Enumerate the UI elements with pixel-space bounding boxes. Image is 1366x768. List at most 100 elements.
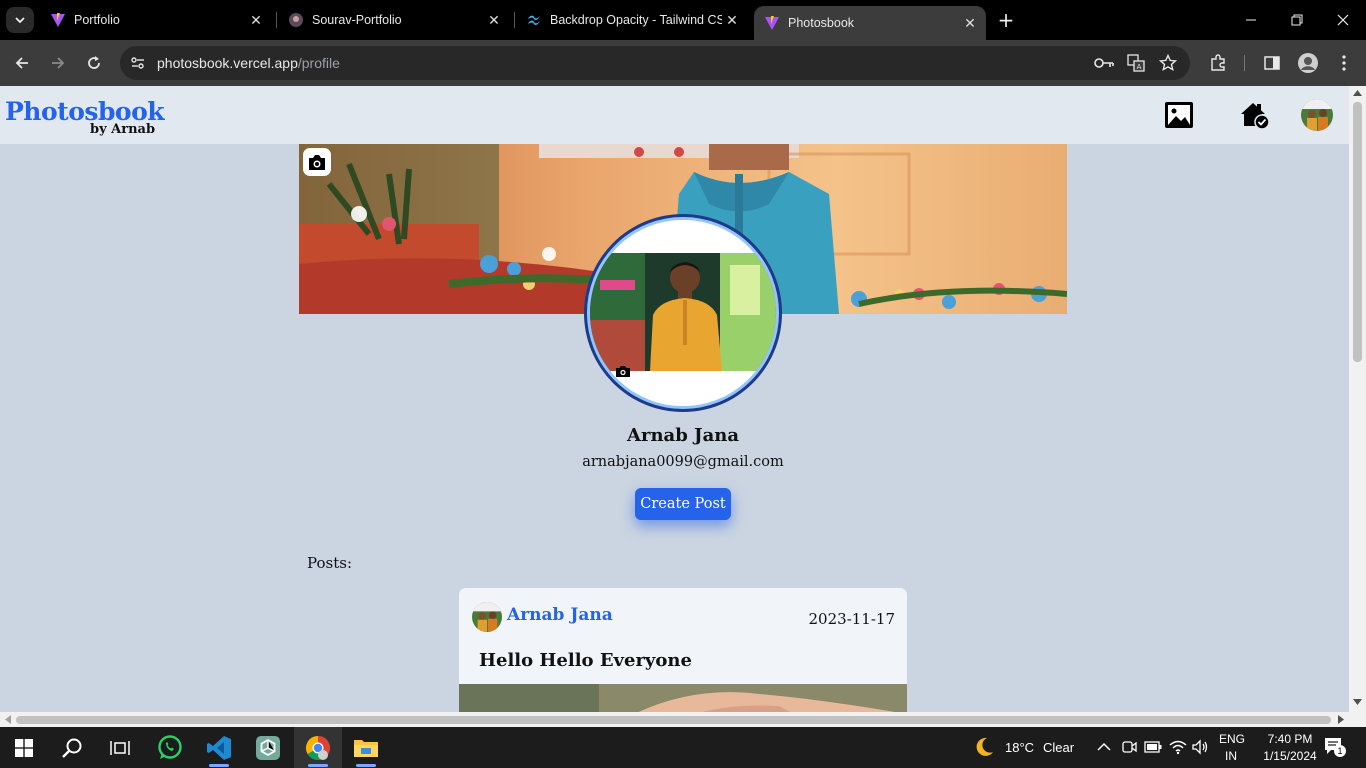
running-indicator [209, 764, 229, 767]
side-panel-icon[interactable] [1261, 52, 1283, 74]
language-code[interactable]: ENG [1219, 732, 1245, 746]
horizontal-scrollbar[interactable] [0, 712, 1349, 727]
folder-icon [354, 739, 378, 757]
chatgpt-app[interactable] [244, 727, 292, 768]
site-logo-subtitle: by Arnab [90, 122, 156, 137]
posts-heading: Posts: [307, 554, 352, 572]
forward-button[interactable] [46, 51, 70, 75]
header-user-avatar[interactable] [1301, 99, 1333, 131]
new-tab-button[interactable]: + [994, 8, 1018, 32]
url-text: photosbook.vercel.app/profile [157, 55, 340, 71]
vite-favicon-icon [51, 13, 65, 27]
arrow-right-icon [52, 57, 65, 69]
horizontal-scroll-thumb[interactable] [16, 716, 1331, 724]
profile-avatar [584, 214, 782, 412]
scroll-left-icon[interactable] [5, 715, 11, 724]
minimize-button[interactable] [1228, 0, 1274, 40]
volume-icon[interactable] [1191, 739, 1209, 755]
meet-now-icon[interactable] [1121, 739, 1137, 755]
site-header: Photosbook by Arnab [0, 86, 1349, 144]
create-post-button[interactable]: Create Post [635, 488, 731, 520]
vscode-icon [207, 735, 231, 760]
tab-close-icon[interactable]: ✕ [722, 12, 742, 29]
search-icon [62, 738, 82, 758]
scroll-right-icon[interactable] [1338, 715, 1344, 724]
profile-avatar-icon[interactable] [1297, 52, 1319, 74]
avatar-photo-image [472, 602, 502, 632]
chrome-app[interactable] [294, 727, 342, 768]
bookmark-star-icon[interactable] [1157, 52, 1179, 74]
tab-backdrop-opacity[interactable]: Backdrop Opacity - Tailwind CSS ✕ [516, 0, 748, 40]
post-card: Arnab Jana 2023-11-17 Hello Hello Everyo… [459, 588, 907, 712]
weather-condition[interactable]: Clear [1043, 740, 1074, 755]
scroll-down-icon[interactable] [1353, 699, 1362, 705]
clock-date[interactable]: 1/15/2024 [1254, 749, 1326, 763]
whatsapp-icon [158, 734, 182, 759]
language-region[interactable]: IN [1225, 749, 1237, 763]
address-bar[interactable]: photosbook.vercel.app/profile [120, 46, 1190, 80]
tab-close-icon[interactable]: ✕ [960, 15, 980, 32]
close-window-button[interactable] [1320, 0, 1366, 40]
post-author-avatar[interactable] [472, 602, 502, 632]
tab-close-icon[interactable]: ✕ [246, 12, 266, 29]
extensions-icon[interactable] [1207, 52, 1229, 74]
start-button[interactable] [0, 727, 48, 768]
vscode-app[interactable] [195, 727, 243, 768]
tab-close-icon[interactable]: ✕ [484, 12, 504, 29]
tab-portfolio[interactable]: Portfolio ✕ [40, 0, 272, 40]
scrollbar-corner [1349, 712, 1366, 727]
profile-email: arnabjana0099@gmail.com [582, 454, 784, 470]
task-view-button[interactable] [96, 727, 144, 768]
tab-sourav-portfolio[interactable]: Sourav-Portfolio ✕ [278, 0, 510, 40]
home-check-icon[interactable] [1239, 100, 1271, 130]
running-indicator [308, 764, 328, 767]
clock-time[interactable]: 7:40 PM [1260, 732, 1320, 746]
profile-name: Arnab Jana [627, 425, 739, 446]
minimize-icon [1246, 19, 1256, 21]
restore-button[interactable] [1274, 0, 1320, 40]
tab-search-button[interactable] [6, 7, 34, 33]
notification-count-badge: 1 [1334, 745, 1346, 757]
post-image[interactable] [459, 684, 907, 712]
search-button[interactable] [48, 727, 96, 768]
chrome-icon [305, 735, 331, 760]
reload-button[interactable] [82, 51, 106, 75]
tab-photosbook[interactable]: Photosbook ✕ [754, 6, 986, 40]
url-path: /profile [297, 55, 340, 71]
camera-icon [309, 154, 325, 170]
windows-taskbar: 18°C Clear ENG IN 7:40 PM 1/15/2024 1 [0, 727, 1366, 768]
tailwind-favicon-icon [528, 15, 540, 25]
camera-icon [616, 365, 630, 377]
back-button[interactable] [10, 51, 34, 75]
avatar-favicon-icon [289, 13, 303, 27]
change-avatar-button[interactable] [613, 362, 633, 380]
site-settings-icon[interactable] [130, 55, 146, 71]
vertical-scrollbar[interactable] [1349, 86, 1366, 712]
weather-moon-icon[interactable] [973, 736, 995, 758]
wifi-icon[interactable] [1169, 739, 1187, 755]
chevron-up-icon[interactable] [1097, 742, 1111, 751]
tab-separator [514, 12, 515, 28]
chevron-down-icon [15, 17, 25, 24]
file-explorer-app[interactable] [342, 727, 390, 768]
change-cover-button[interactable] [303, 148, 331, 176]
gallery-image-icon[interactable] [1163, 100, 1195, 130]
notification-center-button[interactable]: 1 [1324, 737, 1346, 757]
toolbar-divider [1244, 55, 1245, 71]
battery-icon[interactable] [1144, 741, 1162, 753]
vite-favicon-icon [765, 16, 779, 30]
weather-temperature[interactable]: 18°C [1005, 740, 1034, 755]
running-indicator [356, 764, 376, 767]
tab-separator [276, 12, 277, 28]
avatar-photo-image [1301, 99, 1333, 131]
url-host: photosbook.vercel.app [157, 55, 298, 71]
browser-menu-icon[interactable] [1333, 52, 1355, 74]
translate-icon[interactable]: A [1125, 52, 1147, 74]
post-author-name[interactable]: Arnab Jana [507, 605, 613, 625]
task-view-icon [110, 740, 130, 755]
whatsapp-app[interactable] [146, 727, 194, 768]
scroll-up-icon[interactable] [1353, 90, 1362, 96]
tab-title: Portfolio [74, 13, 120, 27]
vertical-scroll-thumb[interactable] [1353, 102, 1362, 362]
password-key-icon[interactable] [1093, 52, 1115, 74]
